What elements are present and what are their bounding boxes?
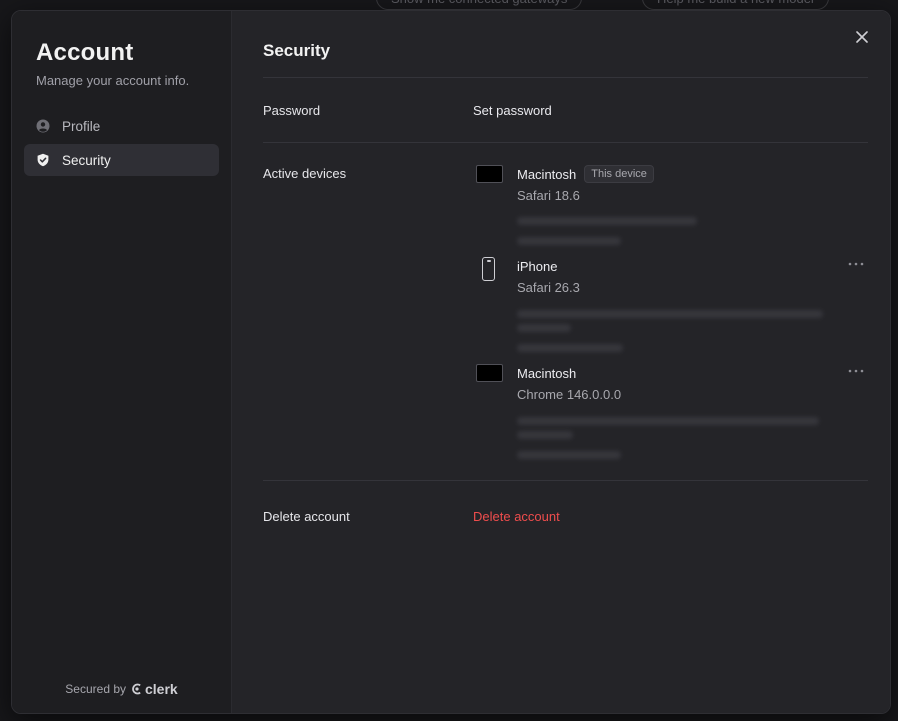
device-name: Macintosh [517,166,577,182]
laptop-icon [476,165,503,183]
redacted-last-active [517,344,623,352]
device-item: iPhone Safari 26.3 [473,257,868,364]
clerk-logo[interactable]: clerk [131,681,178,697]
password-row: Password Set password [263,78,868,142]
device-item: Macintosh This device Safari 18.6 [473,165,868,257]
sidebar-subtitle: Manage your account info. [36,73,190,88]
laptop-icon [476,364,503,382]
sidebar-item-label: Security [62,152,111,168]
sidebar-item-label: Profile [62,118,101,134]
password-label: Password [263,102,321,118]
redacted-ip-location [517,217,697,225]
user-circle-icon [36,119,50,133]
set-password-button[interactable]: Set password [473,103,552,118]
device-name: Macintosh [517,365,577,381]
device-name: iPhone [517,258,558,274]
redacted-ip-location [517,431,573,439]
close-icon [856,31,868,43]
device-browser: Chrome 146.0.0.0 [517,387,622,402]
device-more-button[interactable] [848,257,864,267]
secured-by-footer: Secured by clerk [12,681,231,697]
clerk-mark-icon [132,683,141,695]
redacted-ip-location [517,324,571,332]
device-browser: Safari 18.6 [517,188,580,203]
redacted-last-active [517,451,621,459]
sidebar: Account Manage your account info. Profil… [12,11,232,713]
delete-account-button[interactable]: Delete account [473,509,560,524]
active-devices-row: Active devices Macintosh This device Saf… [263,143,868,480]
device-browser: Safari 26.3 [517,280,580,295]
redacted-ip-location [517,310,823,318]
page-title: Security [263,41,331,60]
sidebar-nav: Profile Security [24,110,219,176]
sidebar-title: Account [36,39,134,66]
footer-prefix: Secured by [65,682,126,696]
phone-icon [482,257,495,281]
device-item: Macintosh Chrome 146.0.0.0 [473,364,868,459]
clerk-brand: clerk [145,681,178,697]
sidebar-item-profile[interactable]: Profile [24,110,219,142]
shield-check-icon [36,153,50,167]
more-horizontal-icon [848,262,864,266]
suggestion-pill[interactable]: Help me build a new model [642,0,829,10]
delete-account-row: Delete account Delete account [263,481,868,551]
redacted-last-active [517,237,621,245]
delete-account-label: Delete account [263,508,350,524]
more-horizontal-icon [848,369,864,373]
this-device-badge: This device [584,165,654,183]
main-panel: Security Password Set password Active de… [232,11,890,713]
active-devices-label: Active devices [263,166,347,181]
redacted-ip-location [517,417,819,425]
sidebar-item-security[interactable]: Security [24,144,219,176]
account-modal: Account Manage your account info. Profil… [11,10,891,714]
device-more-button[interactable] [848,364,864,374]
close-button[interactable] [852,27,872,47]
device-list: Macintosh This device Safari 18.6 iPhone [473,165,868,459]
suggestion-pill[interactable]: Show me connected gateways [376,0,583,10]
